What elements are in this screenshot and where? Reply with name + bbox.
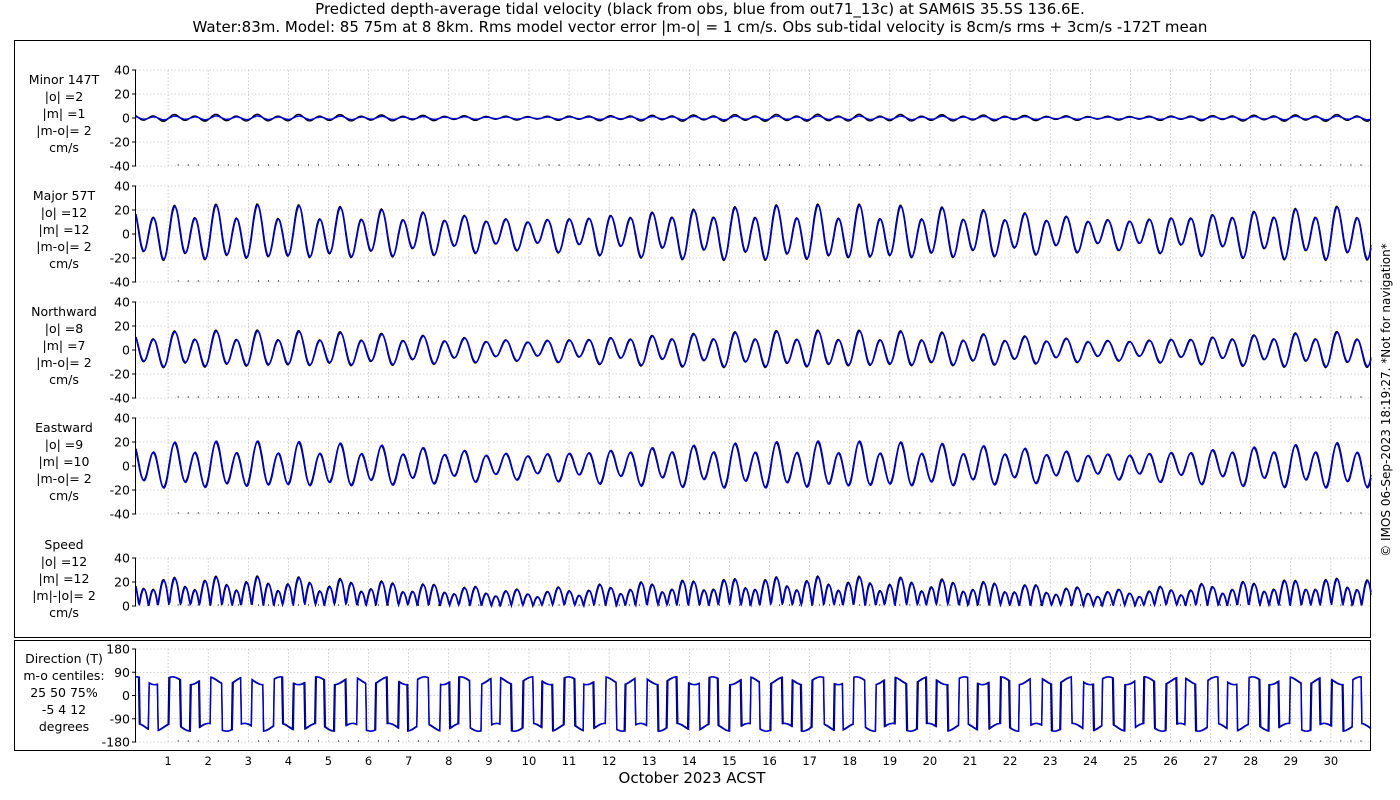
y-tick-label-speed: 20 (114, 575, 130, 590)
x-tick-label: 10 (522, 754, 537, 768)
panel-label-direction: Direction (T) (25, 651, 103, 666)
y-tick-label-minor: -20 (110, 135, 130, 150)
panel-label-major: |m-o|= 2 (36, 239, 91, 254)
y-tick-label-direction: -90 (110, 711, 130, 726)
panel-label-north: |m-o|= 2 (36, 355, 91, 370)
x-tick-label: 9 (485, 754, 492, 768)
y-tick-label-east: 20 (114, 435, 130, 450)
y-tick-label-major: -40 (110, 275, 130, 290)
y-tick-label-direction: 180 (106, 642, 130, 657)
panel-label-minor: |m-o|= 2 (36, 123, 91, 138)
y-tick-label-major: -20 (110, 251, 130, 266)
y-tick-label-north: 20 (114, 319, 130, 334)
x-tick-label: 14 (682, 754, 697, 768)
panel-label-north: |o| =8 (45, 321, 84, 336)
panel-label-minor: Minor 147T (29, 72, 100, 87)
model-series-line-major (135, 204, 1372, 261)
panel-label-major: cm/s (49, 256, 79, 271)
panel-label-direction: 25 50 75% (30, 685, 98, 700)
y-tick-label-minor: 20 (114, 87, 130, 102)
panel-label-direction: degrees (39, 719, 89, 734)
y-tick-label-east: -40 (110, 507, 130, 522)
x-tick-label: 2 (205, 754, 212, 768)
obs-series-line-speed (135, 575, 1372, 609)
x-tick-label: 28 (1243, 754, 1258, 768)
y-tick-label-minor: 0 (122, 111, 130, 126)
model-series-line-north (135, 330, 1372, 368)
panel-label-minor: cm/s (49, 140, 79, 155)
x-tick-label: 15 (722, 754, 737, 768)
x-tick-label: 7 (405, 754, 412, 768)
x-tick-label: 12 (602, 754, 617, 768)
y-tick-label-direction: -180 (102, 735, 130, 750)
panel-label-minor: |m| =1 (43, 106, 86, 121)
y-tick-label-major: 40 (114, 179, 130, 194)
x-tick-label: 4 (285, 754, 292, 768)
x-tick-label: 6 (365, 754, 372, 768)
panel-label-north: |m| =7 (43, 338, 86, 353)
y-tick-label-speed: 0 (122, 599, 130, 614)
x-tick-label: 8 (445, 754, 452, 768)
y-tick-label-major: 20 (114, 203, 130, 218)
y-tick-label-east: 0 (122, 459, 130, 474)
y-tick-label-north: -40 (110, 391, 130, 406)
panel-label-direction: m-o centiles: (23, 668, 104, 683)
copyright-text: © IMOS 06-Sep-2023 18:19:27. *Not for na… (1379, 243, 1393, 557)
panel-label-speed: |m| =12 (39, 571, 90, 586)
x-tick-label: 21 (963, 754, 978, 768)
panel-label-speed: Speed (44, 537, 83, 552)
panel-label-minor: |o| =2 (45, 89, 83, 104)
x-tick-label: 1 (164, 754, 171, 768)
y-tick-label-minor: 40 (114, 63, 130, 78)
panel-label-speed: |o| =12 (41, 554, 87, 569)
y-tick-label-east: 40 (114, 411, 130, 426)
y-tick-label-east: -20 (110, 483, 130, 498)
y-tick-label-north: 40 (114, 295, 130, 310)
panel-label-east: cm/s (49, 488, 79, 503)
x-tick-label: 30 (1324, 754, 1339, 768)
panel-label-speed: |m|-|o|= 2 (32, 588, 96, 603)
panel-label-major: |o| =12 (41, 205, 87, 220)
panel-label-major: Major 57T (33, 188, 96, 203)
model-series-line-direction (135, 676, 1372, 733)
y-tick-label-speed: 40 (114, 551, 130, 566)
panel-label-speed: cm/s (49, 605, 79, 620)
y-tick-label-direction: 0 (122, 688, 130, 703)
panel-label-east: Eastward (35, 420, 93, 435)
model-series-line-east (135, 440, 1372, 490)
x-axis-label: October 2023 ACST (619, 769, 767, 787)
panel-label-east: |m-o|= 2 (36, 471, 91, 486)
x-tick-label: 29 (1283, 754, 1298, 768)
x-tick-label: 5 (325, 754, 332, 768)
x-tick-label: 19 (883, 754, 898, 768)
x-tick-label: 18 (842, 754, 857, 768)
x-tick-label: 13 (642, 754, 657, 768)
x-tick-label: 17 (802, 754, 817, 768)
x-tick-label: 25 (1123, 754, 1138, 768)
panel-label-north: Northward (31, 304, 97, 319)
panel-label-direction: -5 4 12 (42, 702, 86, 717)
x-tick-label: 22 (1003, 754, 1018, 768)
y-tick-label-north: -20 (110, 367, 130, 382)
y-tick-label-major: 0 (122, 227, 130, 242)
x-tick-label: 3 (245, 754, 252, 768)
x-tick-label: 11 (562, 754, 577, 768)
y-tick-label-north: 0 (122, 343, 130, 358)
panel-label-east: |m| =10 (39, 454, 90, 469)
panel-label-north: cm/s (49, 372, 79, 387)
x-tick-label: 26 (1163, 754, 1178, 768)
panel-label-east: |o| =9 (45, 437, 84, 452)
x-tick-label: 16 (762, 754, 777, 768)
x-tick-label: 23 (1043, 754, 1058, 768)
y-tick-label-minor: -40 (110, 159, 130, 174)
x-tick-label: 24 (1083, 754, 1098, 768)
x-tick-label: 27 (1203, 754, 1218, 768)
x-tick-label: 20 (923, 754, 938, 768)
upper-frame (14, 40, 1371, 638)
tidal-velocity-chart: 40200-20-40Minor 147T|o| =2|m| =1|m-o|= … (14, 40, 1372, 787)
panel-label-major: |m| =12 (39, 222, 90, 237)
y-tick-label-direction: 90 (114, 665, 130, 680)
